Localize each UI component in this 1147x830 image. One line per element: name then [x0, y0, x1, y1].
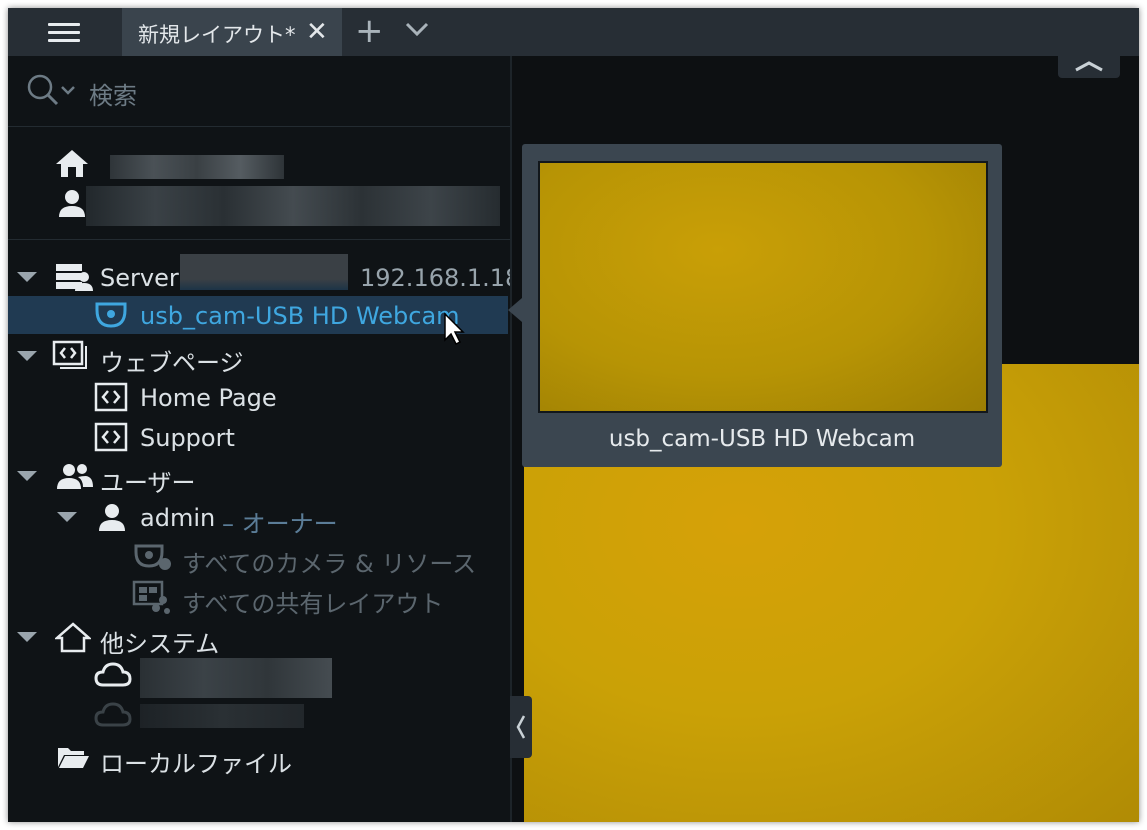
system-name-redacted [110, 155, 284, 179]
search-bar[interactable]: 検索 [8, 56, 510, 127]
expand-arrow-icon[interactable] [17, 351, 37, 361]
other-systems-label: 他システム [100, 630, 220, 658]
expand-arrow-icon[interactable] [57, 512, 77, 522]
users-label: ユーザー [100, 469, 196, 497]
cloud-icon [94, 662, 132, 687]
home-icon [55, 622, 91, 653]
close-icon[interactable]: ✕ [306, 16, 328, 48]
server-ip: 192.168.1.18 [360, 264, 521, 292]
admin-label: admin [140, 504, 216, 532]
user-icon [99, 504, 125, 531]
layouts-icon [132, 580, 170, 614]
chevron-left-icon [516, 715, 526, 739]
all-layouts-label: すべての共有レイアウト [182, 590, 444, 618]
tree-item-support[interactable]: Support [8, 418, 508, 456]
cloud-icon [94, 702, 132, 727]
tree-item-all-layouts[interactable]: すべての共有レイアウト [8, 578, 508, 618]
tooltip-arrow [508, 298, 522, 322]
home-page-label: Home Page [140, 384, 277, 412]
server-name-redacted [180, 254, 348, 290]
webpage-icon [94, 422, 128, 452]
all-cameras-label: すべてのカメラ & リソース [182, 550, 477, 578]
search-icon [27, 74, 75, 106]
webpages-label: ウェブページ [100, 349, 244, 377]
add-tab-button[interactable]: + [355, 12, 384, 50]
collapse-top-panel-button[interactable] [1058, 56, 1120, 78]
cloud-system-2-redacted [140, 704, 304, 728]
search-input[interactable]: 検索 [89, 76, 137, 111]
webpage-icon [94, 382, 128, 412]
user-name-redacted [86, 186, 500, 226]
server-label: Server [100, 264, 179, 292]
local-files-label: ローカルファイル [100, 750, 292, 778]
tree-item-server[interactable]: Server 192.168.1.18 [8, 254, 520, 296]
app-window: 新規レイアウト* ✕ + 検索 Server 192.168.1.18 usb_… [8, 8, 1139, 822]
tree-item-other-systems[interactable]: 他システム [8, 618, 508, 658]
webpages-icon [52, 340, 87, 369]
tree-item-users[interactable]: ユーザー [8, 457, 508, 497]
tree-item-local-files[interactable]: ローカルファイル [8, 738, 508, 778]
folder-icon [58, 748, 89, 768]
expand-arrow-icon[interactable] [17, 272, 37, 282]
hamburger-menu-icon [48, 23, 80, 26]
tree-item-webpages[interactable]: ウェブページ [8, 337, 508, 377]
resource-tree-panel: 検索 Server 192.168.1.18 usb_cam-USB HD We… [8, 56, 520, 822]
tree-item-cloud-system-1[interactable] [8, 656, 508, 698]
tab-layout[interactable]: 新規レイアウト* ✕ [122, 8, 342, 56]
collapse-left-panel-button[interactable] [510, 696, 532, 758]
tab-list-button[interactable] [404, 20, 430, 42]
tree-item-admin[interactable]: admin – オーナー [8, 498, 508, 538]
server-icon [56, 264, 93, 291]
cloud-system-1-redacted [140, 658, 332, 698]
tree-item-all-cameras[interactable]: すべてのカメラ & リソース [8, 538, 508, 578]
support-label: Support [140, 424, 235, 452]
tree-item-cloud-system-2[interactable] [8, 696, 508, 734]
admin-role: – オーナー [222, 510, 338, 538]
tree-item-camera[interactable]: usb_cam-USB HD Webcam [8, 296, 508, 346]
user-icon [59, 190, 85, 217]
tooltip-label: usb_cam-USB HD Webcam [608, 426, 916, 452]
camera-preview-thumbnail [538, 161, 988, 413]
camera-icon [134, 544, 171, 570]
expand-arrow-icon[interactable] [17, 471, 37, 481]
expand-arrow-icon[interactable] [17, 632, 37, 642]
camera-icon [95, 302, 127, 328]
tab-title: 新規レイアウト* [138, 23, 296, 47]
chevron-down-icon [405, 22, 429, 37]
camera-preview-tooltip: usb_cam-USB HD Webcam [522, 144, 1002, 467]
home-icon [56, 150, 88, 177]
camera-label: usb_cam-USB HD Webcam [140, 302, 460, 330]
users-icon [57, 464, 93, 489]
tree-item-home-page[interactable]: Home Page [8, 378, 508, 416]
top-bar: 新規レイアウト* ✕ + [8, 8, 1139, 56]
main-menu-button[interactable] [8, 8, 120, 56]
chevron-up-icon [1075, 61, 1103, 72]
